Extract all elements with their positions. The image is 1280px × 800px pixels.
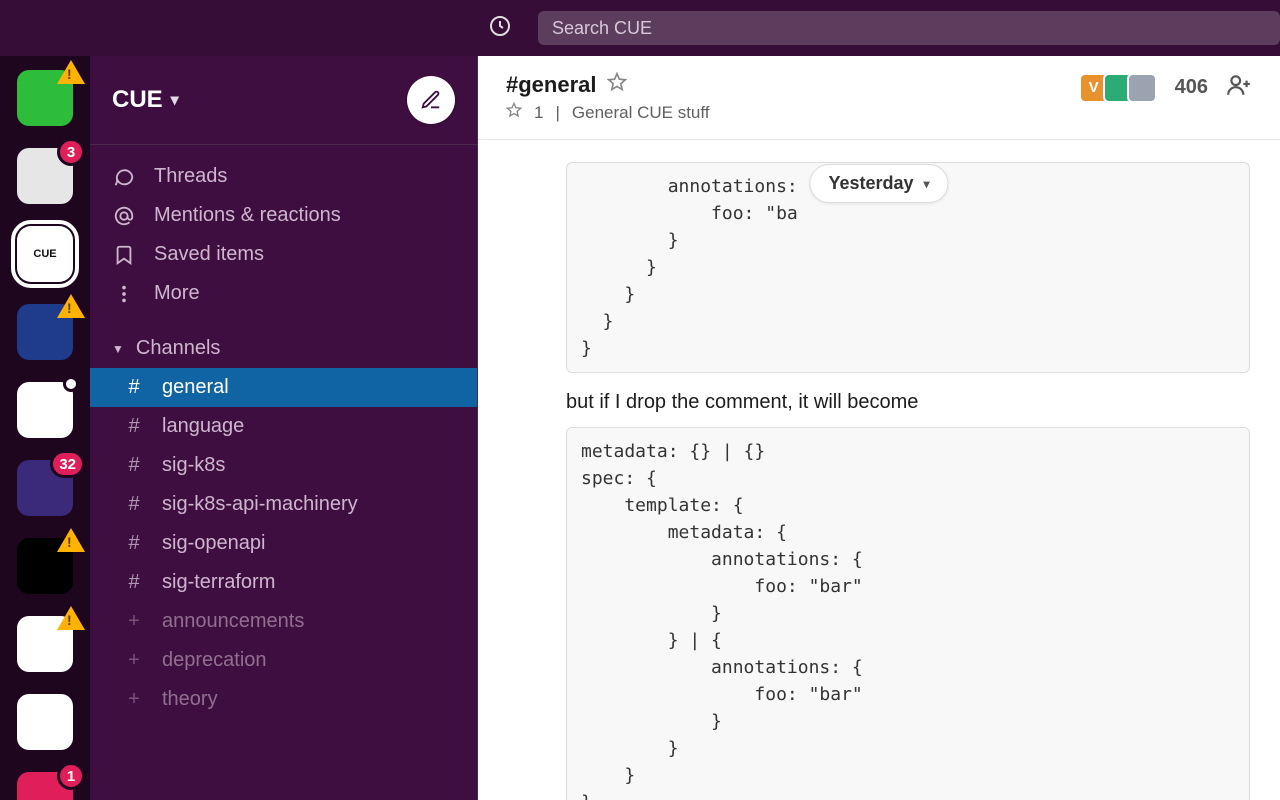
plus-icon: + — [124, 649, 144, 672]
channel-sig-terraform[interactable]: # sig-terraform — [90, 563, 477, 602]
pin-count: 1 — [534, 103, 543, 123]
search-input[interactable]: Search CUE — [538, 11, 1280, 45]
nav-label: Saved items — [154, 243, 264, 266]
channel-language[interactable]: # language — [90, 407, 477, 446]
workspace-sauero[interactable]: 3 — [17, 148, 73, 204]
hash-icon: # — [124, 454, 144, 477]
date-label: Yesterday — [828, 173, 913, 194]
nav-list: Threads Mentions & reactions Saved items Mo… — [90, 145, 477, 325]
nav-label: Mentions & reactions — [154, 204, 341, 227]
history-icon[interactable] — [488, 14, 512, 43]
channel-label: deprecation — [162, 649, 267, 672]
channel-label: sig-k8s-api-machinery — [162, 493, 358, 516]
workspace-switcher[interactable]: CUE ▾ — [112, 86, 179, 114]
workspace-openshift[interactable] — [17, 616, 73, 672]
channel-announcements[interactable]: + announcements — [90, 602, 477, 641]
nav-mentions[interactable]: Mentions & reactions — [90, 196, 477, 235]
plus-icon: + — [124, 610, 144, 633]
workspace-gcp[interactable] — [17, 382, 73, 438]
warning-badge — [57, 294, 85, 318]
date-divider[interactable]: Yesterday ▾ — [809, 164, 948, 203]
avatar — [1127, 73, 1157, 103]
presence-dot — [63, 376, 79, 392]
nav-saved[interactable]: Saved items — [90, 235, 477, 274]
member-avatars[interactable]: V — [1085, 73, 1157, 103]
chevron-down-icon: ▾ — [924, 177, 930, 191]
warning-badge — [57, 528, 85, 552]
compose-button[interactable] — [407, 76, 455, 124]
channel-topic[interactable]: General CUE stuff — [572, 103, 710, 123]
dots-icon — [112, 283, 136, 305]
channel-label: theory — [162, 688, 218, 711]
member-count[interactable]: 406 — [1175, 76, 1208, 99]
nav-label: Threads — [154, 165, 227, 188]
channel-label: sig-terraform — [162, 571, 275, 594]
channel-deprecation[interactable]: + deprecation — [90, 641, 477, 680]
chevron-down-icon: ▾ — [171, 90, 179, 110]
warning-badge — [57, 60, 85, 84]
warning-badge — [57, 606, 85, 630]
workspace-alles[interactable] — [17, 694, 73, 750]
threads-icon — [112, 166, 136, 188]
channel-general[interactable]: # general — [90, 368, 477, 407]
workspace-diamond[interactable] — [17, 538, 73, 594]
nav-threads[interactable]: Threads — [90, 157, 477, 196]
hash-icon: # — [124, 415, 144, 438]
channels-section-header[interactable]: ▼ Channels — [90, 325, 477, 368]
channel-label: sig-openapi — [162, 532, 265, 555]
code-block: metadata: {} | {} spec: { template: { me… — [566, 427, 1250, 800]
main-pane: #general 1 | General CUE stuff V 406 — [478, 56, 1280, 800]
caret-down-icon: ▼ — [112, 342, 124, 356]
plus-icon: + — [124, 688, 144, 711]
channel-label: general — [162, 376, 229, 399]
unread-badge: 32 — [50, 450, 85, 478]
channel-label: language — [162, 415, 244, 438]
workspace-cue[interactable]: CUE — [17, 226, 73, 282]
add-person-icon[interactable] — [1226, 72, 1252, 103]
unread-badge: 1 — [57, 762, 85, 790]
workspace-cats[interactable]: 32 — [17, 460, 73, 516]
hash-icon: # — [124, 493, 144, 516]
channel-sig-openapi[interactable]: # sig-openapi — [90, 524, 477, 563]
hash-icon: # — [124, 376, 144, 399]
workspace-k8s[interactable] — [17, 304, 73, 360]
channel-name[interactable]: #general — [506, 72, 597, 98]
workspace-name: CUE — [112, 86, 163, 114]
workspace-rail: 3 CUE 32 1 — [0, 56, 90, 800]
workspace-green[interactable] — [17, 70, 73, 126]
top-bar: Search CUE — [0, 0, 1280, 56]
message-text: but if I drop the comment, it will becom… — [566, 387, 1250, 417]
channel-label: announcements — [162, 610, 304, 633]
message-area: Yesterday ▾ annotations: { foo: "ba } } … — [478, 140, 1280, 800]
star-icon[interactable] — [607, 72, 627, 98]
divider: | — [555, 103, 559, 123]
sidebar-header: CUE ▾ — [90, 56, 477, 145]
channel-label: sig-k8s — [162, 454, 225, 477]
channel-sig-k8s[interactable]: # sig-k8s — [90, 446, 477, 485]
channel-theory[interactable]: + theory — [90, 680, 477, 719]
at-icon — [112, 205, 136, 227]
channel-sig-k8s-api-machinery[interactable]: # sig-k8s-api-machinery — [90, 485, 477, 524]
bookmark-icon — [112, 244, 136, 266]
hash-icon: # — [124, 532, 144, 555]
unread-badge: 3 — [57, 138, 85, 166]
channels-label: Channels — [136, 337, 221, 360]
channel-list: # general # language # sig-k8s # sig-k8s-api-ma… — [90, 368, 477, 719]
pin-icon[interactable] — [506, 102, 522, 123]
search-placeholder: Search CUE — [552, 18, 652, 39]
channel-header: #general 1 | General CUE stuff V 406 — [478, 56, 1280, 140]
workspace-red[interactable]: 1 — [17, 772, 73, 800]
nav-label: More — [154, 282, 200, 305]
hash-icon: # — [124, 571, 144, 594]
nav-more[interactable]: More — [90, 274, 477, 313]
sidebar: CUE ▾ Threads Mentions & reactions Saved i… — [90, 56, 478, 800]
